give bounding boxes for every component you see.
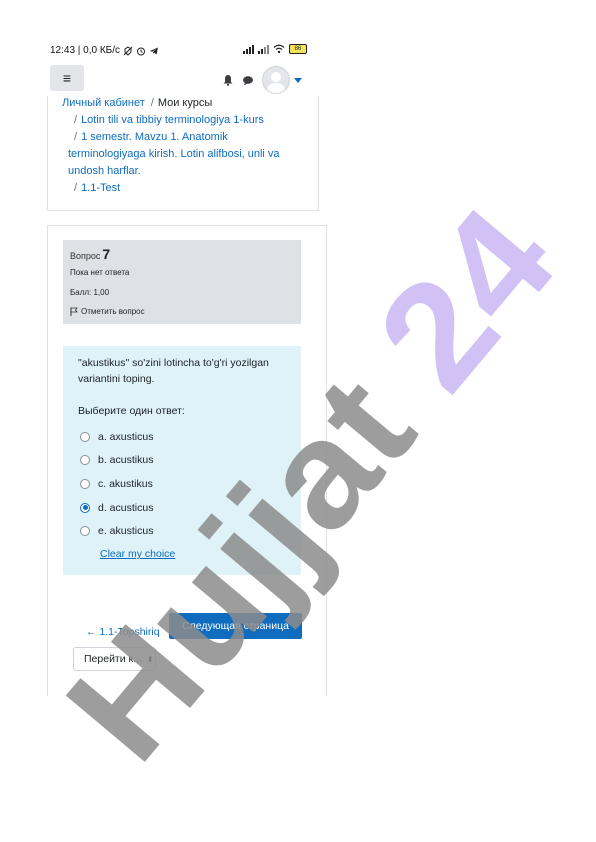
answer-option-e[interactable]: e. akusticus <box>80 519 153 543</box>
flag-question-link[interactable]: Отметить вопрос <box>70 307 145 316</box>
hamburger-icon: ≡ <box>62 70 72 86</box>
previous-activity-link[interactable]: ← 1.1-Topshiriq <box>86 626 160 638</box>
answer-option-c[interactable]: c. akustikus <box>80 472 153 496</box>
question-text: "akustikus" so'zini lotincha to'g'ri yoz… <box>78 357 269 385</box>
question-number-value: 7 <box>102 246 111 262</box>
answer-option-label: e. akusticus <box>98 525 154 538</box>
answer-options: a. axusticus b. acustikus c. akustikus d… <box>80 425 153 543</box>
radio-c[interactable] <box>80 478 90 489</box>
battery-icon: 86 <box>289 44 307 54</box>
jump-to-label: Перейти к... <box>84 653 142 665</box>
radio-e[interactable] <box>80 526 90 537</box>
messages-icon[interactable] <box>242 75 254 86</box>
status-time: 12:43 | 0,0 КБ/с <box>50 45 159 56</box>
status-time-text: 12:43 | 0,0 КБ/с <box>50 45 121 56</box>
vpn-icon <box>123 45 133 56</box>
user-menu[interactable] <box>262 66 302 94</box>
jump-to-select[interactable]: Перейти к... ⬍ <box>73 647 156 671</box>
radio-a[interactable] <box>80 431 90 442</box>
question-state: Пока нет ответа <box>70 268 130 277</box>
breadcrumb-test[interactable]: 1.1-Test <box>81 182 120 194</box>
question-number: Вопрос 7 <box>70 246 110 262</box>
answer-option-label: c. akustikus <box>98 477 153 490</box>
breadcrumb-my-courses[interactable]: Мои курсы <box>158 97 212 109</box>
breadcrumb-dashboard[interactable]: Личный кабинет <box>62 97 145 109</box>
radio-b[interactable] <box>80 455 90 466</box>
breadcrumb: Личный кабинет / Мои курсы / Lotin tili va … <box>62 95 307 197</box>
select-arrows-icon: ⬍ <box>146 654 154 664</box>
chevron-down-icon[interactable] <box>294 77 302 83</box>
breadcrumb-separator: / <box>74 114 78 126</box>
wifi-icon <box>273 44 285 54</box>
breadcrumb-separator: / <box>74 131 78 143</box>
answer-option-d[interactable]: d. acusticus <box>80 496 153 520</box>
breadcrumb-section[interactable]: 1 semestr. Mavzu 1. Anatomik terminologi… <box>68 131 280 177</box>
answer-option-b[interactable]: b. acustikus <box>80 449 153 473</box>
status-icons: 86 <box>243 44 307 54</box>
alarm-icon <box>137 47 146 55</box>
signal-2-icon <box>258 44 269 54</box>
clear-choice-link[interactable]: Clear my choice <box>100 548 175 560</box>
question-label: Вопрос <box>70 251 101 261</box>
next-page-button[interactable]: Следующая страница <box>169 613 302 639</box>
flag-icon <box>70 307 78 316</box>
flag-question-label: Отметить вопрос <box>81 307 145 316</box>
signal-icon <box>243 44 254 54</box>
breadcrumb-separator: / <box>150 97 154 109</box>
breadcrumb-separator: / <box>74 182 78 194</box>
telegram-icon <box>150 47 159 54</box>
breadcrumb-course[interactable]: Lotin tili va tibbiy terminologiya 1-kur… <box>81 114 264 126</box>
avatar[interactable] <box>262 66 290 94</box>
menu-button[interactable]: ≡ <box>50 65 84 91</box>
answer-option-a[interactable]: a. axusticus <box>80 425 153 449</box>
answer-option-label: b. acustikus <box>98 454 154 467</box>
question-grade: Балл: 1,00 <box>70 288 110 297</box>
answer-option-label: a. axusticus <box>98 430 154 443</box>
radio-d[interactable] <box>80 502 90 513</box>
navbar-user-area <box>222 66 302 94</box>
answer-option-label: d. acusticus <box>98 501 154 514</box>
notifications-bell-icon[interactable] <box>222 74 234 86</box>
answer-prompt: Выберите один ответ: <box>78 405 185 417</box>
